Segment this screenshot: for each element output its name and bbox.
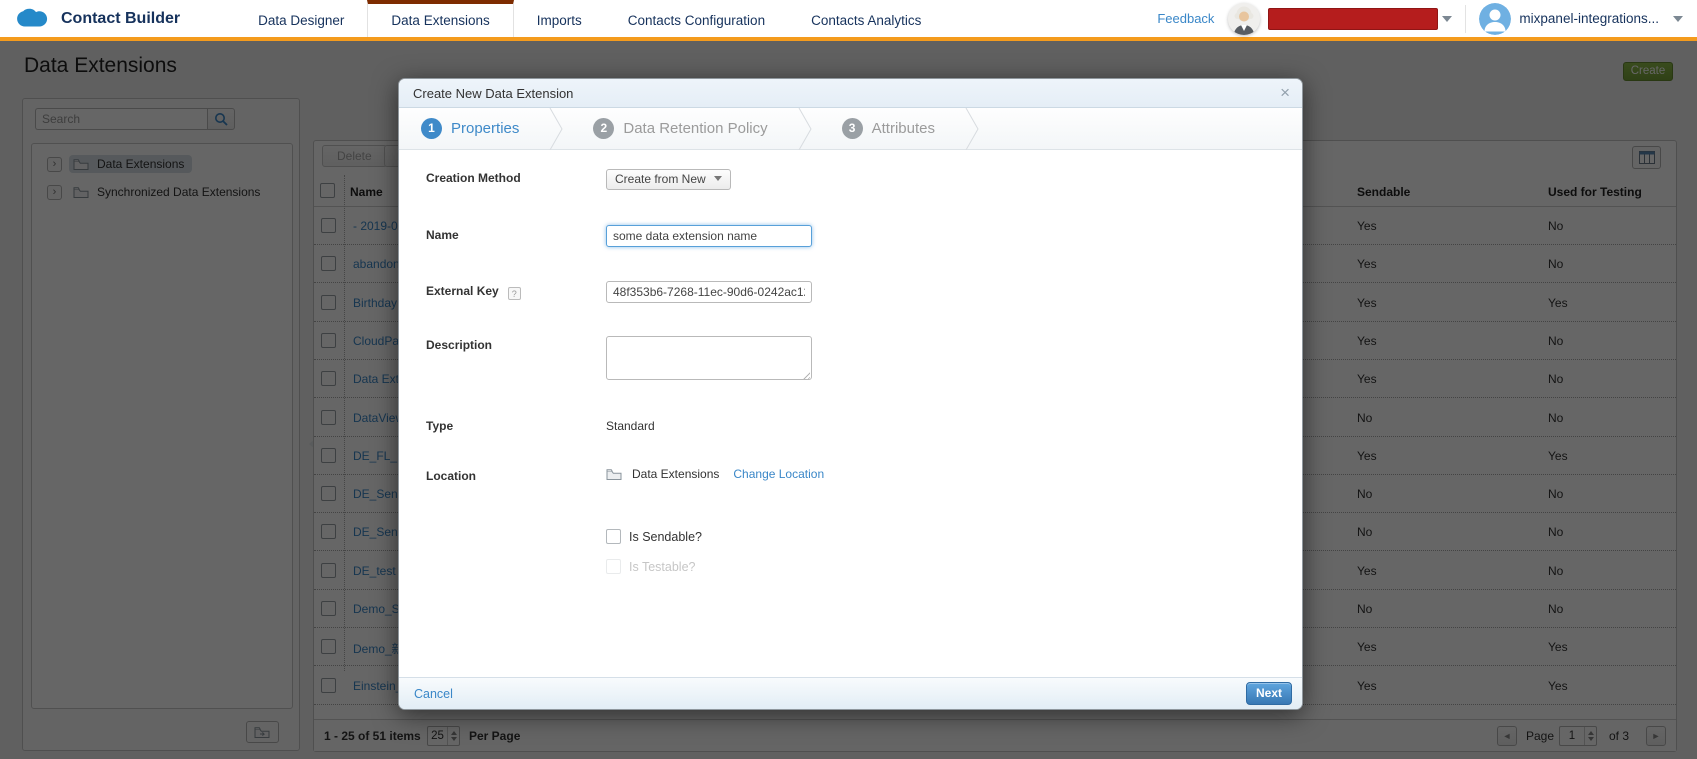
step-number-badge: 3 bbox=[842, 118, 863, 139]
name-input[interactable] bbox=[606, 225, 812, 247]
nav-tab-contacts-analytics[interactable]: Contacts Analytics bbox=[788, 0, 944, 37]
external-key-label: External Key? bbox=[426, 284, 521, 300]
is-testable-checkbox bbox=[606, 559, 621, 574]
top-nav: Contact Builder Data DesignerData Extens… bbox=[0, 0, 1697, 41]
creation-method-label: Creation Method bbox=[426, 171, 521, 185]
app-root: Contact Builder Data DesignerData Extens… bbox=[0, 0, 1697, 759]
location-value: Data Extensions bbox=[632, 467, 719, 481]
chevron-down-icon bbox=[1442, 16, 1452, 27]
type-label: Type bbox=[426, 419, 453, 433]
wizard-step[interactable]: 3 Attributes bbox=[842, 118, 935, 139]
creation-method-dropdown[interactable]: Create from New bbox=[606, 169, 731, 190]
person-icon bbox=[1479, 3, 1511, 35]
step-label: Properties bbox=[451, 120, 519, 137]
modal-footer: Cancel Next bbox=[399, 677, 1302, 709]
nav-tab-data-designer[interactable]: Data Designer bbox=[235, 0, 367, 37]
name-label: Name bbox=[426, 228, 459, 242]
user-avatar[interactable] bbox=[1479, 3, 1511, 35]
app-title: Contact Builder bbox=[61, 10, 180, 28]
step-number-badge: 2 bbox=[593, 118, 614, 139]
wizard-step[interactable]: 1 Properties bbox=[421, 118, 519, 139]
nav-tab-data-extensions[interactable]: Data Extensions bbox=[367, 0, 513, 37]
creation-method-value: Create from New bbox=[615, 172, 706, 186]
einstein-character-icon bbox=[1228, 3, 1260, 35]
redacted-account-selector[interactable] bbox=[1268, 8, 1438, 30]
type-value: Standard bbox=[606, 419, 655, 433]
step-chevron-separator bbox=[965, 108, 979, 150]
modal-title: Create New Data Extension bbox=[413, 86, 573, 101]
step-label: Attributes bbox=[872, 120, 935, 137]
feedback-link[interactable]: Feedback bbox=[1157, 11, 1214, 26]
help-icon[interactable]: ? bbox=[508, 287, 521, 300]
wizard-steps: 1 Properties 2 Data Retention Policy 3 A… bbox=[399, 108, 1302, 150]
cancel-button[interactable]: Cancel bbox=[414, 687, 453, 701]
step-chevron-separator bbox=[798, 108, 812, 150]
is-sendable-label: Is Sendable? bbox=[629, 530, 702, 544]
description-textarea[interactable] bbox=[606, 336, 812, 380]
folder-icon bbox=[606, 468, 623, 481]
is-sendable-checkbox[interactable] bbox=[606, 529, 621, 544]
external-key-label-text: External Key bbox=[426, 284, 499, 298]
step-chevron-separator bbox=[549, 108, 563, 150]
change-location-link[interactable]: Change Location bbox=[733, 467, 824, 481]
is-testable-row: Is Testable? bbox=[606, 559, 695, 574]
nav-right: Feedback bbox=[1157, 0, 1697, 37]
salesforce-cloud-logo-icon bbox=[15, 6, 51, 32]
external-key-input[interactable] bbox=[606, 281, 812, 303]
close-icon[interactable]: × bbox=[1280, 83, 1290, 103]
einstein-avatar[interactable] bbox=[1228, 3, 1260, 35]
wizard-step[interactable]: 2 Data Retention Policy bbox=[593, 118, 767, 139]
location-label: Location bbox=[426, 469, 476, 483]
chevron-down-icon bbox=[714, 176, 722, 185]
account-chevron-down-icon[interactable] bbox=[1673, 16, 1683, 27]
nav-brand: Contact Builder bbox=[0, 0, 180, 37]
is-testable-label: Is Testable? bbox=[629, 560, 695, 574]
create-data-extension-modal: Create New Data Extension × 1 Properties… bbox=[398, 78, 1303, 710]
nav-tab-contacts-configuration[interactable]: Contacts Configuration bbox=[605, 0, 788, 37]
modal-titlebar: Create New Data Extension × bbox=[399, 79, 1302, 108]
account-name[interactable]: mixpanel-integrations... bbox=[1519, 11, 1659, 26]
nav-tab-imports[interactable]: Imports bbox=[514, 0, 605, 37]
step-label: Data Retention Policy bbox=[623, 120, 767, 137]
next-button[interactable]: Next bbox=[1246, 682, 1292, 705]
nav-tabs: Data DesignerData ExtensionsImportsConta… bbox=[235, 0, 944, 37]
nav-divider bbox=[1465, 5, 1466, 33]
description-label: Description bbox=[426, 338, 492, 352]
is-sendable-row: Is Sendable? bbox=[606, 529, 702, 544]
location-row: Data Extensions Change Location bbox=[606, 467, 824, 481]
step-number-badge: 1 bbox=[421, 118, 442, 139]
